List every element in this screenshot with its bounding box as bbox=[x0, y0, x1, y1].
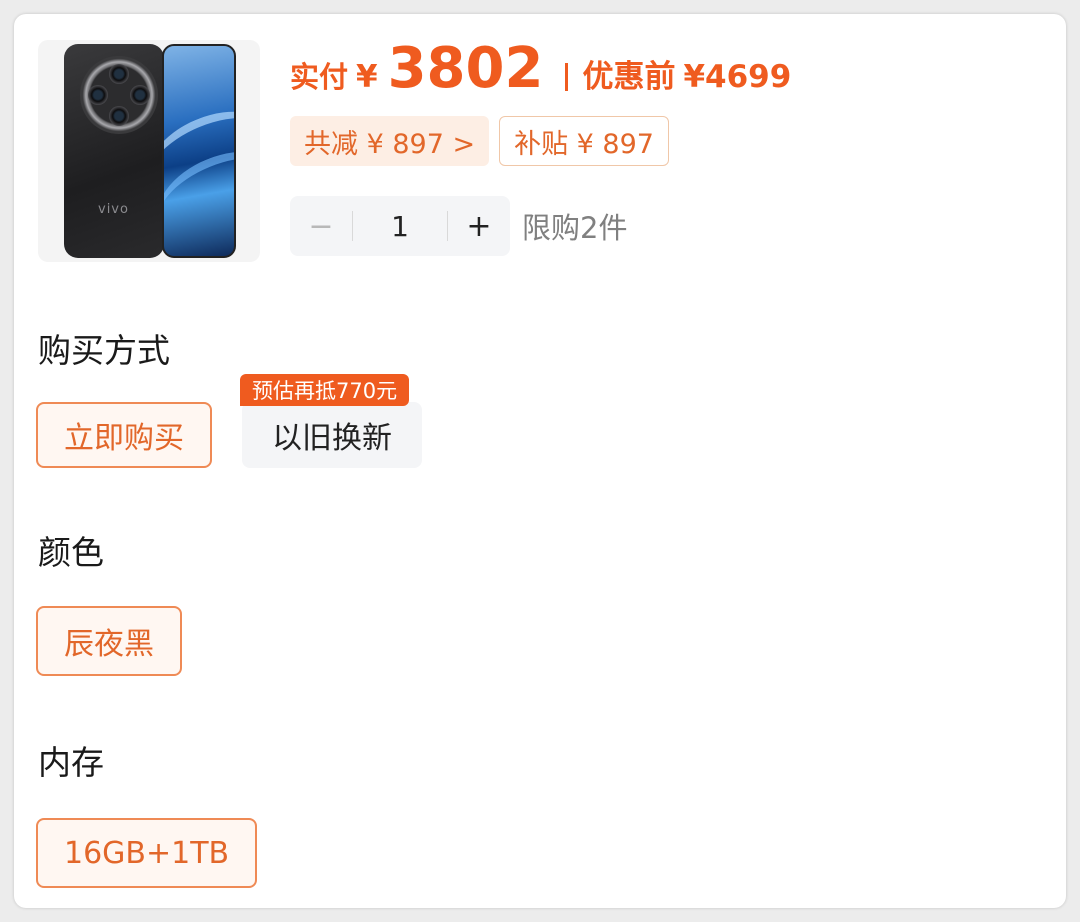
original-price-label: 优惠前 bbox=[582, 59, 676, 95]
product-sku-card: vivo 实付 ¥ 3802 优惠前 ¥4699 共减 ¥ 897 > 补贴 ¥… bbox=[14, 14, 1066, 908]
color-title: 颜色 bbox=[38, 533, 104, 572]
purchase-limit: 限购2件 bbox=[522, 211, 628, 245]
currency-symbol: ¥ bbox=[356, 59, 378, 95]
trade-in-badge: 预估再抵770元 bbox=[240, 374, 410, 406]
product-image: vivo bbox=[38, 40, 260, 262]
pay-label: 实付 bbox=[290, 60, 349, 94]
option-memory-16gb-1tb[interactable]: 16GB+1TB bbox=[36, 818, 258, 888]
price-line: 实付 ¥ 3802 优惠前 ¥4699 bbox=[290, 36, 791, 106]
phone-screen-image bbox=[162, 44, 236, 258]
option-buy-now[interactable]: 立即购买 bbox=[36, 402, 212, 468]
quantity-value[interactable]: 1 bbox=[353, 210, 447, 243]
increase-quantity-button[interactable]: + bbox=[448, 196, 510, 256]
quantity-stepper: − 1 + bbox=[290, 196, 510, 256]
purchase-method-title: 购买方式 bbox=[38, 331, 170, 370]
brand-logo: vivo bbox=[98, 202, 129, 217]
total-discount-tag[interactable]: 共减 ¥ 897 > bbox=[290, 116, 490, 166]
option-color-black[interactable]: 辰夜黑 bbox=[36, 606, 182, 676]
original-price: ¥4699 bbox=[683, 59, 792, 95]
option-trade-in[interactable]: 以旧换新 bbox=[242, 402, 422, 468]
phone-back-image: vivo bbox=[64, 44, 164, 258]
quantity-row: − 1 + 限购2件 bbox=[290, 196, 627, 256]
subsidy-tag: 补贴 ¥ 897 bbox=[499, 116, 669, 166]
decrease-quantity-button[interactable]: − bbox=[290, 196, 352, 256]
actual-price: 3802 bbox=[387, 36, 544, 101]
price-divider bbox=[565, 63, 569, 91]
memory-title: 内存 bbox=[38, 743, 104, 782]
camera-module-icon bbox=[80, 56, 158, 134]
discount-tags: 共减 ¥ 897 > 补贴 ¥ 897 bbox=[290, 116, 669, 166]
